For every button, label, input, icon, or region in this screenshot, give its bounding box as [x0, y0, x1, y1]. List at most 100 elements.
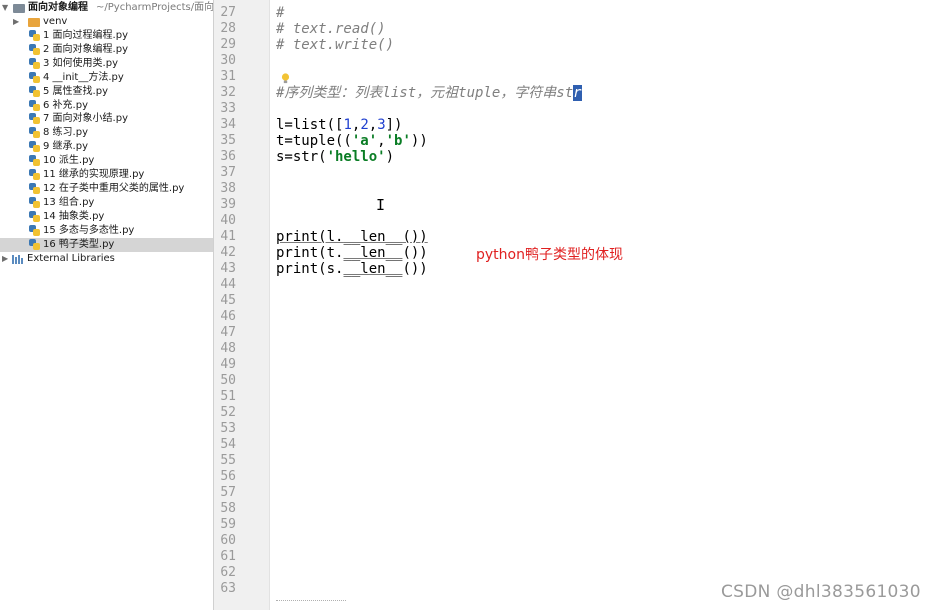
tree-item-file[interactable]: 7 面向对象小结.py — [0, 112, 213, 126]
line-number: 29 — [220, 37, 236, 52]
line-number: 52 — [220, 405, 236, 420]
python-file-icon — [29, 182, 40, 194]
line-number: 32 — [220, 85, 236, 100]
tree-item-file[interactable]: 1 面向过程编程.py — [0, 29, 213, 43]
python-file-icon — [29, 71, 40, 83]
line-number: 63 — [220, 581, 236, 596]
tree-item-label: 1 面向过程编程.py — [43, 30, 128, 41]
line-number: 56 — [220, 469, 236, 484]
python-file-icon — [29, 99, 40, 111]
folder-icon — [28, 18, 40, 27]
line-number: 57 — [220, 485, 236, 500]
tree-item-venv[interactable]: ▶ venv — [0, 15, 213, 29]
tree-item-file[interactable]: 9 继承.py — [0, 140, 213, 154]
tree-item-file[interactable]: 6 补充.py — [0, 99, 213, 113]
line-number: 38 — [220, 181, 236, 196]
tree-item-file[interactable]: 4 __init__方法.py — [0, 71, 213, 85]
line-number: 31 — [220, 69, 236, 84]
code-line-29: # text.write() — [276, 37, 395, 53]
code-line-28: # text.read() — [276, 21, 386, 37]
comment-text: #序列类型：列表list，元祖tuple，字符串st — [276, 85, 574, 101]
tree-item-label: 6 补充.py — [43, 99, 88, 111]
watermark: CSDN @dhl383561030 — [721, 582, 921, 602]
python-file-icon — [29, 85, 40, 97]
line-number: 59 — [220, 517, 236, 532]
line-number: 35 — [220, 133, 236, 148]
tree-item-label: 4 __init__方法.py — [43, 71, 124, 83]
line-number: 47 — [220, 325, 236, 340]
line-number: 40 — [220, 213, 236, 228]
line-number: 27 — [220, 5, 236, 20]
root-folder-path: ~/PycharmProjects/面向 — [96, 2, 214, 13]
tree-item-file[interactable]: 14 抽象类.py — [0, 210, 213, 224]
tree-item-label: 12 在子类中重用父类的属性.py — [43, 182, 185, 194]
annotation-text: python鸭子类型的体现 — [476, 247, 623, 263]
tree-item-label: 5 属性查找.py — [43, 85, 108, 97]
tree-item-label: External Libraries — [27, 253, 115, 264]
line-number: 53 — [220, 421, 236, 436]
tree-item-file[interactable]: 2 面向对象编程.py — [0, 43, 213, 57]
line-number: 49 — [220, 357, 236, 372]
text-caret: r — [573, 85, 582, 101]
line-number: 34 — [220, 117, 236, 132]
line-number: 60 — [220, 533, 236, 548]
line-number: 41 — [220, 229, 236, 244]
tree-item-file[interactable]: 3 如何使用类.py — [0, 57, 213, 71]
tree-item-label: 3 如何使用类.py — [43, 57, 118, 69]
code-line-41: print(l.__len__()) — [276, 229, 428, 245]
code-line-35: t=tuple(('a','b')) — [276, 133, 428, 149]
line-number: 61 — [220, 549, 236, 564]
tree-item-file[interactable]: 11 继承的实现原理.py — [0, 168, 213, 182]
line-number: 42 — [220, 245, 236, 260]
tree-item-file[interactable]: 12 在子类中重用父类的属性.py — [0, 182, 213, 196]
lightbulb-icon[interactable] — [281, 73, 290, 84]
tree-item-label: 10 派生.py — [43, 155, 95, 167]
line-number: 37 — [220, 165, 236, 180]
warning-squiggle — [276, 597, 346, 601]
code-line-42: print(t.__len__()) — [276, 245, 428, 261]
tree-item-file[interactable]: 13 组合.py — [0, 196, 213, 210]
chevron-down-icon[interactable]: ▼ — [2, 1, 8, 15]
code-editor[interactable]: # # text.read() # text.write() #序列类型：列表l… — [270, 0, 943, 610]
python-file-icon — [29, 210, 40, 222]
line-number: 36 — [220, 149, 236, 164]
line-number-gutter[interactable]: 27 28 29 30 31 32 33 34 35 36 37 38 39 40 41 42 43 44 45 46… — [214, 0, 270, 610]
tree-item-label: 8 练习.py — [43, 127, 88, 139]
line-number: 30 — [220, 53, 236, 68]
code-line-34: l=list([1,2,3]) — [276, 117, 403, 133]
python-file-icon — [29, 30, 40, 41]
line-number: 55 — [220, 453, 236, 468]
tree-item-file[interactable]: 5 属性查找.py — [0, 85, 213, 99]
project-panel: ▼ 面向对象编程 ~/PycharmProjects/面向 ▶ venv 1 面… — [0, 0, 214, 610]
tree-item-label: 7 面向对象小结.py — [43, 113, 128, 125]
line-number: 44 — [220, 277, 236, 292]
text-cursor-icon: I — [376, 196, 386, 214]
chevron-right-icon[interactable]: ▶ — [2, 252, 8, 266]
line-number: 48 — [220, 341, 236, 356]
line-number: 33 — [220, 101, 236, 116]
tree-item-external-libraries[interactable]: ▶ External Libraries — [0, 252, 213, 266]
line-number: 46 — [220, 309, 236, 324]
tree-item-file[interactable]: 16 鸭子类型.py — [0, 237, 213, 252]
python-file-icon — [29, 113, 40, 125]
python-file-icon — [29, 196, 40, 208]
chevron-right-icon[interactable]: ▶ — [13, 15, 19, 29]
code-line-27: # — [276, 5, 285, 21]
python-file-icon — [29, 127, 40, 139]
tree-item-label: 13 组合.py — [43, 196, 95, 208]
line-number: 28 — [220, 21, 236, 36]
tree-item-file[interactable]: 8 练习.py — [0, 126, 213, 140]
code-line-32: #序列类型：列表list，元祖tuple，字符串str — [276, 85, 582, 101]
tree-root[interactable]: ▼ 面向对象编程 ~/PycharmProjects/面向 — [0, 1, 213, 15]
code-line-43: print(s.__len__()) — [276, 261, 428, 277]
tree-item-label: 9 继承.py — [43, 141, 88, 153]
root-folder-label: 面向对象编程 — [28, 2, 88, 13]
line-number: 43 — [220, 261, 236, 276]
tree-item-file[interactable]: 10 派生.py — [0, 154, 213, 168]
line-number: 45 — [220, 293, 236, 308]
tree-item-label: 2 面向对象编程.py — [43, 43, 128, 55]
python-file-icon — [29, 155, 40, 167]
tree-item-file[interactable]: 15 多态与多态性.py — [0, 224, 213, 238]
python-file-icon — [29, 57, 40, 69]
python-file-icon — [29, 141, 40, 153]
